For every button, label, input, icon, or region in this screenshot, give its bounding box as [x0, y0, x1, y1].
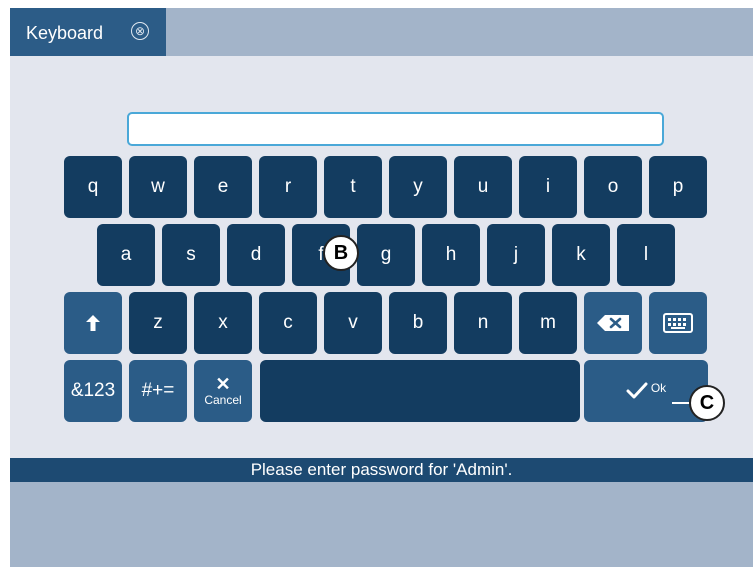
keyboard-window: Keyboard ⊗ q w e r t y u i o p a s d f g… — [10, 8, 753, 567]
status-message: Please enter password for 'Admin'. — [10, 458, 753, 482]
checkmark-icon — [626, 382, 648, 399]
key-o[interactable]: o — [584, 156, 642, 218]
key-j[interactable]: j — [487, 224, 545, 286]
ok-key[interactable]: Ok — [584, 360, 708, 422]
shift-key[interactable] — [64, 292, 122, 354]
key-r[interactable]: r — [259, 156, 317, 218]
key-t[interactable]: t — [324, 156, 382, 218]
bottom-panel — [10, 482, 753, 567]
password-input[interactable] — [127, 112, 664, 146]
key-b[interactable]: b — [389, 292, 447, 354]
backspace-key[interactable] — [584, 292, 642, 354]
arrow-up-icon — [86, 315, 100, 331]
key-h[interactable]: h — [422, 224, 480, 286]
key-i[interactable]: i — [519, 156, 577, 218]
key-s[interactable]: s — [162, 224, 220, 286]
key-d[interactable]: d — [227, 224, 285, 286]
symbols-key[interactable]: &123 — [64, 360, 122, 422]
callout-c-leader — [672, 402, 690, 404]
key-g[interactable]: g — [357, 224, 415, 286]
key-c[interactable]: c — [259, 292, 317, 354]
symbols2-key[interactable]: #+= — [129, 360, 187, 422]
backspace-icon — [597, 315, 629, 331]
callout-c: C — [689, 385, 725, 421]
key-z[interactable]: z — [129, 292, 187, 354]
callout-b: B — [323, 235, 359, 271]
tab-keyboard[interactable]: Keyboard ⊗ — [10, 8, 166, 56]
cancel-key[interactable]: ✕ Cancel — [194, 360, 252, 422]
ok-label: Ok — [650, 381, 667, 395]
key-y[interactable]: y — [389, 156, 447, 218]
key-l[interactable]: l — [617, 224, 675, 286]
key-x[interactable]: x — [194, 292, 252, 354]
space-key[interactable] — [260, 360, 580, 422]
key-a[interactable]: a — [97, 224, 155, 286]
key-k[interactable]: k — [552, 224, 610, 286]
key-q[interactable]: q — [64, 156, 122, 218]
key-w[interactable]: w — [129, 156, 187, 218]
tab-bar: Keyboard ⊗ — [10, 8, 753, 56]
hide-keyboard-key[interactable] — [649, 292, 707, 354]
close-icon[interactable]: ⊗ — [131, 22, 149, 40]
key-p[interactable]: p — [649, 156, 707, 218]
key-u[interactable]: u — [454, 156, 512, 218]
key-n[interactable]: n — [454, 292, 512, 354]
key-e[interactable]: e — [194, 156, 252, 218]
cancel-icon: ✕ — [215, 374, 231, 394]
key-m[interactable]: m — [519, 292, 577, 354]
keyboard-icon — [663, 313, 693, 333]
tab-title: Keyboard — [26, 23, 104, 43]
cancel-label: Cancel — [204, 393, 242, 407]
key-v[interactable]: v — [324, 292, 382, 354]
